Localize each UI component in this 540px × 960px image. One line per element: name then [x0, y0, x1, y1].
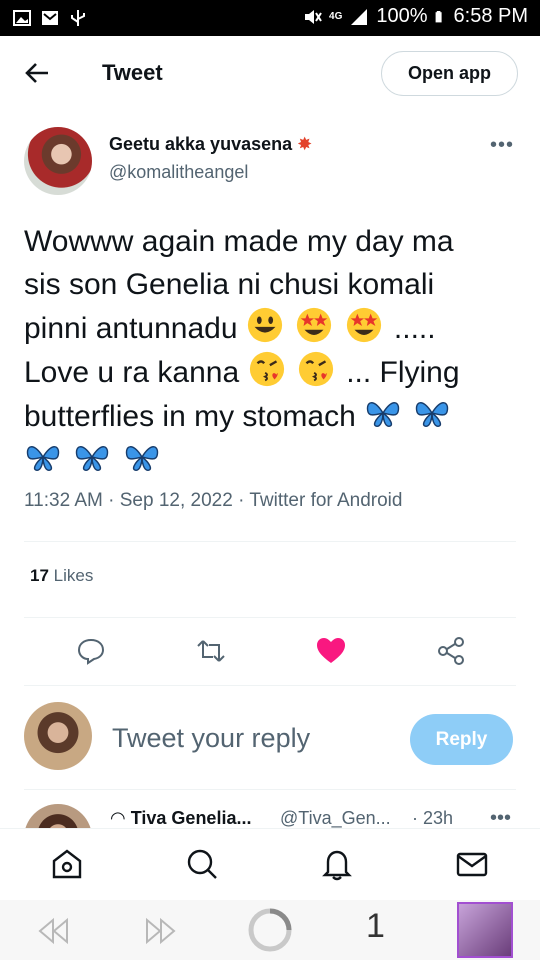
usb-icon	[71, 10, 85, 26]
gallery-icon	[13, 10, 31, 26]
tweet-line-text: .....	[393, 312, 436, 345]
mail-icon	[42, 11, 58, 25]
collision-emoji-icon: ✸	[297, 134, 313, 154]
network-type: 4G	[329, 10, 343, 22]
notifications-bell-icon[interactable]	[320, 847, 354, 881]
like-heart-icon[interactable]	[316, 636, 346, 666]
signal-icon	[351, 8, 368, 25]
reply-input[interactable]: Tweet your reply	[112, 723, 310, 754]
butterfly-emoji-icon	[125, 446, 158, 472]
next-tweet-author-name: Tiva Genelia...	[130, 808, 252, 828]
reply-icon[interactable]	[76, 636, 106, 666]
mute-icon	[305, 9, 322, 24]
divider	[24, 685, 516, 686]
top-app-bar: Tweet Open app	[0, 36, 540, 110]
clock: 6:58 PM	[453, 5, 528, 27]
butterfly-emoji-icon	[26, 446, 60, 472]
tweet-line: Wowww again made my day ma	[24, 225, 454, 258]
tweet-text: Wowww again made my day ma sis son Genel…	[24, 220, 504, 482]
forward-nav-icon[interactable]	[144, 914, 178, 948]
likes-count[interactable]: 17 Likes	[30, 566, 93, 586]
messages-mail-icon[interactable]	[455, 847, 489, 881]
author-handle[interactable]: @komalitheangel	[109, 162, 248, 183]
author-name-text: Geetu akka yuvasena	[109, 134, 293, 154]
kiss-emoji-icon	[249, 351, 284, 387]
home-icon[interactable]	[50, 847, 84, 881]
star-struck-emoji-icon	[297, 307, 332, 343]
status-bar: 4G 100% 6:58 PM	[0, 0, 540, 36]
share-icon[interactable]	[436, 636, 466, 666]
tweet-line-text: pinni antunnadu	[24, 312, 246, 345]
likes-label: Likes	[53, 566, 94, 585]
tweet-line-text: ... Flying	[346, 356, 460, 389]
tweet-line: Love u ra kanna ... Flying	[24, 350, 504, 394]
star-struck-emoji-icon	[346, 307, 381, 343]
tab-count[interactable]: 1	[366, 907, 385, 946]
more-options-icon[interactable]: •••	[490, 134, 514, 157]
loading-spinner-icon[interactable]	[247, 907, 293, 953]
open-app-button[interactable]: Open app	[381, 51, 518, 96]
likes-number: 17	[30, 566, 49, 585]
tweet-line-text: butterflies in my stomach	[24, 400, 365, 433]
next-tweet-time: · 23h	[412, 808, 454, 828]
next-tweet-avatar[interactable]	[24, 804, 92, 828]
tweet-timestamp[interactable]: 11:32 AM · Sep 12, 2022 · Twitter for An…	[24, 490, 402, 512]
next-tweet-author: ◠ Tiva Genelia...	[110, 808, 251, 828]
author-avatar[interactable]	[24, 127, 92, 195]
smile-emoji-icon	[247, 307, 282, 343]
page-title: Tweet	[102, 60, 163, 85]
butterfly-emoji-icon	[366, 402, 400, 428]
author-name[interactable]: Geetu akka yuvasena ✸	[109, 134, 312, 155]
search-icon[interactable]	[185, 847, 219, 881]
user-avatar[interactable]	[24, 702, 92, 770]
back-nav-icon[interactable]	[36, 914, 70, 948]
reply-button[interactable]: Reply	[410, 714, 513, 765]
divider	[24, 541, 516, 542]
back-arrow-icon[interactable]	[22, 58, 52, 88]
tweet-line-text: Love u ra kanna	[24, 356, 248, 389]
next-tweet-handle: @Tiva_Gen...	[280, 808, 391, 828]
tweet-line	[24, 438, 504, 482]
kiss-emoji-icon	[298, 351, 333, 387]
tweet-line: pinni antunnadu .....	[24, 306, 504, 350]
tweet-line: sis son Genelia ni chusi komali	[24, 268, 435, 301]
butterfly-emoji-icon	[416, 402, 449, 428]
bottom-nav	[0, 828, 540, 900]
divider	[24, 617, 516, 618]
browser-bar: 1	[0, 900, 540, 960]
next-tweet[interactable]: ◠ Tiva Genelia... @Tiva_Gen... · 23h •••	[0, 790, 540, 828]
battery-percent: 100%	[376, 5, 428, 27]
tweet-line: butterflies in my stomach	[24, 394, 504, 438]
retweet-icon[interactable]	[196, 636, 226, 666]
battery-icon	[435, 10, 442, 22]
profile-thumbnail[interactable]	[457, 902, 513, 958]
butterfly-emoji-icon	[76, 446, 109, 472]
retweet-arc-icon: ◠	[110, 808, 126, 828]
more-options-icon[interactable]: •••	[490, 807, 511, 828]
